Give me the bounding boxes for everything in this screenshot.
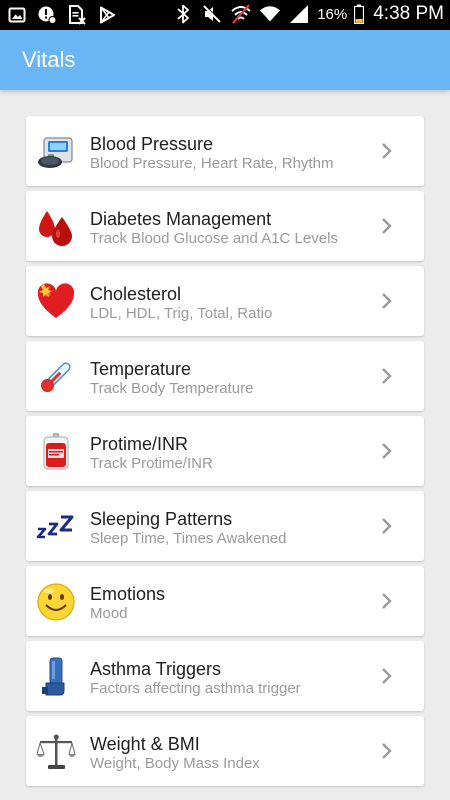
smiley-icon [36,582,76,622]
play-store-icon [96,4,118,26]
chevron-right-icon [380,742,394,760]
vitals-list: Blood Pressure Blood Pressure, Heart Rat… [26,116,424,791]
chevron-right-icon [380,667,394,685]
battery-percent: 16% [317,5,348,23]
item-subtitle: Track Protime/INR [90,455,213,472]
item-title: Weight & BMI [90,734,200,754]
item-subtitle: Weight, Body Mass Index [90,755,260,772]
list-item-cholesterol[interactable]: Cholesterol LDL, HDL, Trig, Total, Ratio [26,266,424,336]
item-subtitle: Factors affecting asthma trigger [90,680,301,697]
list-item-diabetes-management[interactable]: Diabetes Management Track Blood Glucose … [26,191,424,261]
item-title: Diabetes Management [90,209,272,229]
battery-icon [354,3,365,25]
chevron-right-icon [380,142,394,160]
list-item-blood-pressure[interactable]: Blood Pressure Blood Pressure, Heart Rat… [26,116,424,186]
item-title: Cholesterol [90,284,182,304]
item-subtitle: Sleep Time, Times Awakened [90,530,287,547]
item-title: Sleeping Patterns [90,509,233,529]
list-item-asthma-triggers[interactable]: Asthma Triggers Factors affecting asthma… [26,641,424,711]
chevron-right-icon [380,367,394,385]
scale-icon [36,732,76,772]
list-item-temperature[interactable]: Temperature Track Body Temperature [26,341,424,411]
heart-icon [36,282,76,322]
gallery-icon [6,4,28,26]
app-bar: Vitals [0,30,450,90]
item-subtitle: Track Blood Glucose and A1C Levels [90,230,338,247]
list-item-weight-bmi[interactable]: Weight & BMI Weight, Body Mass Index [26,716,424,786]
chevron-right-icon [380,217,394,235]
blood-drops-icon [36,207,76,247]
list-item-emotions[interactable]: Emotions Mood [26,566,424,636]
thermometer-icon [36,357,76,397]
chevron-right-icon [380,592,394,610]
file-cancel-icon [66,4,88,26]
status-bar: 16% 4:38 PM [0,0,450,30]
signal-icon [288,3,310,25]
item-subtitle: Blood Pressure, Heart Rate, Rhythm [90,155,334,172]
item-title: Emotions [90,584,166,604]
item-title: Asthma Triggers [90,659,222,679]
blood-pressure-monitor-icon [36,132,76,172]
clock: 4:38 PM [373,3,444,24]
alert-location-icon [36,4,58,26]
chevron-right-icon [380,442,394,460]
chevron-right-icon [380,292,394,310]
inhaler-icon [36,657,76,697]
item-title: Blood Pressure [90,134,214,154]
mute-icon [201,3,223,25]
chevron-right-icon [380,517,394,535]
bluetooth-icon [172,3,194,25]
wifi-icon [259,3,281,25]
item-subtitle: LDL, HDL, Trig, Total, Ratio [90,305,273,322]
no-data-icon [230,3,252,25]
blood-bag-icon [36,432,76,472]
status-bar-left [6,4,118,26]
item-title: Temperature [90,359,192,379]
status-bar-right: 16% 4:38 PM [172,3,444,25]
page-title: Vitals [22,47,76,72]
item-subtitle: Track Body Temperature [90,380,254,397]
zzz-icon [36,507,76,547]
item-subtitle: Mood [90,605,128,622]
item-title: Protime/INR [90,434,189,454]
list-item-protime-inr[interactable]: Protime/INR Track Protime/INR [26,416,424,486]
list-item-sleeping-patterns[interactable]: Sleeping Patterns Sleep Time, Times Awak… [26,491,424,561]
